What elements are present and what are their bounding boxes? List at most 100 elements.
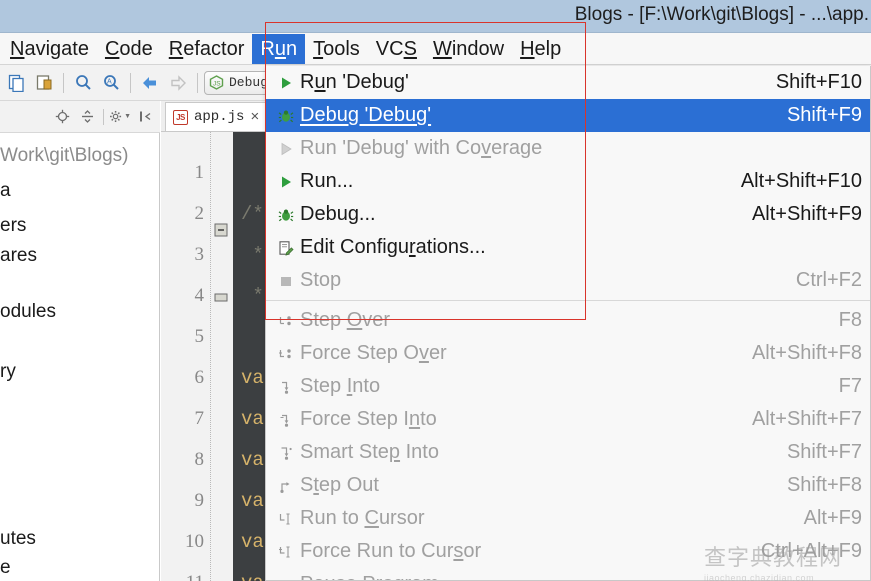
menu-item-shortcut: Shift+F9 [786, 104, 862, 126]
project-tree-item[interactable]: odules [0, 301, 56, 323]
menu-item-shortcut: Shift+F7 [786, 441, 862, 463]
javascript-file-icon: JS [173, 109, 188, 125]
menu-bar: Navigate Code Refactor Run Tools VCS Window Hel… [0, 33, 871, 65]
project-tree-panel[interactable]: Work\git\Blogs) a ers ares odules ry utes e [0, 133, 160, 581]
svg-text:JS: JS [213, 81, 221, 88]
forward-arrow-icon[interactable] [165, 70, 191, 96]
editor-fold-column[interactable] [211, 132, 233, 581]
menu-item-shortcut: Alt+F9 [803, 507, 862, 529]
menu-item-label: Stop [300, 269, 342, 291]
line-number: 3 [194, 244, 205, 265]
menu-item-label: Force Step Over [300, 342, 447, 364]
menu-item-label: Run 'Debug' [300, 71, 409, 93]
menu-item-shortcut: Alt+Shift+F9 [751, 203, 862, 225]
step-over-icon [274, 310, 298, 332]
menu-item-label: Edit Configurations... [300, 236, 486, 258]
menu-item-shortcut: F8 [838, 309, 862, 331]
menu-item-label: Pause Program [298, 573, 439, 580]
line-number: 6 [194, 367, 205, 388]
menu-item-run[interactable]: Run... Alt+Shift+F10 [266, 165, 870, 198]
project-tree-item[interactable]: ers [0, 215, 26, 237]
step-into-icon [274, 376, 298, 398]
menu-item-step-over: Step Over F8 [266, 304, 870, 337]
stop-icon [274, 270, 298, 292]
back-arrow-icon[interactable] [137, 70, 163, 96]
run-to-cursor-icon [274, 508, 298, 530]
copy-icon[interactable] [3, 70, 29, 96]
toolbar-separator [103, 108, 104, 125]
menu-item-run-to-cursor: Run to Cursor Alt+F9 [266, 502, 870, 535]
force-run-to-cursor-icon [274, 541, 298, 563]
menu-item-edit-configurations[interactable]: Edit Configurations... [266, 231, 870, 264]
run-menu-dropdown[interactable]: Run 'Debug' Shift+F10 Debug 'Debug' Shift+F… [265, 66, 871, 581]
menubar-item-help[interactable]: Help [512, 34, 569, 64]
hide-panel-icon[interactable] [134, 106, 156, 128]
project-tree-item[interactable]: ares [0, 245, 37, 267]
menu-item-label: Run... [300, 170, 354, 192]
menu-item-run-debug[interactable]: Run 'Debug' Shift+F10 [266, 66, 870, 99]
search-everywhere-icon[interactable]: A [98, 70, 124, 96]
menu-item-shortcut: F7 [838, 375, 862, 397]
editor-gutter: 1 2 3 4 5 6 7 8 9 10 11 [161, 132, 211, 581]
menubar-item-window[interactable]: Window [425, 34, 512, 64]
line-number: 1 [194, 162, 205, 183]
menu-item-step-into: Step Into F7 [266, 370, 870, 403]
menu-item-pause-program: Pause Program [266, 568, 870, 580]
settings-gear-icon[interactable]: ▼ [109, 106, 131, 128]
project-tree-item[interactable]: Work\git\Blogs) [0, 145, 128, 167]
menu-item-force-step-over: Force Step Over Alt+Shift+F8 [266, 337, 870, 370]
menu-item-label: Step Over [300, 309, 391, 331]
project-pane-toolbar: ▼ [0, 101, 160, 133]
menu-item-shortcut: Ctrl+Alt+F9 [760, 540, 862, 562]
coverage-icon [274, 138, 298, 160]
menu-item-force-step-into: Force Step Into Alt+Shift+F7 [266, 403, 870, 436]
menu-separator [266, 300, 870, 301]
line-number: 8 [194, 449, 205, 470]
menubar-item-tools[interactable]: Tools [305, 34, 368, 64]
project-tree-item[interactable]: ry [0, 361, 16, 383]
force-step-into-icon [274, 409, 298, 431]
menubar-item-vcs[interactable]: VCS [368, 34, 425, 64]
menu-item-shortcut: Alt+Shift+F8 [751, 342, 862, 364]
run-play-icon [274, 171, 298, 193]
step-out-icon [274, 475, 298, 497]
menubar-item-run[interactable]: Run [252, 34, 306, 64]
paste-icon[interactable] [31, 70, 57, 96]
project-tree-item[interactable]: e [0, 557, 11, 579]
search-icon[interactable] [70, 70, 96, 96]
nodejs-icon: JS [209, 75, 224, 90]
fold-collapse-icon [214, 223, 228, 237]
menu-item-label: Step Out [300, 474, 379, 496]
locate-icon[interactable] [51, 106, 73, 128]
menu-item-label: Debug 'Debug' [300, 104, 432, 126]
menu-item-shortcut: Shift+F10 [775, 71, 862, 93]
close-icon[interactable]: × [250, 109, 259, 126]
editor-tab-app-js[interactable]: JS app.js × [165, 102, 269, 131]
menubar-item-refactor[interactable]: Refactor [161, 34, 253, 64]
run-configuration-label: Debug [229, 75, 269, 90]
project-tree-item[interactable]: a [0, 180, 11, 202]
menu-item-label: Run 'Debug' with Coverage [300, 137, 543, 159]
menu-item-label: Force Step Into [300, 408, 437, 430]
line-number: 10 [185, 531, 204, 552]
line-number: 7 [194, 408, 205, 429]
debug-bug-icon [274, 204, 298, 226]
collapse-all-icon[interactable] [76, 106, 98, 128]
ide-window: Blogs - [F:\Work\git\Blogs] - ...\app. N… [0, 0, 871, 581]
run-play-icon [274, 72, 298, 94]
menu-item-debug-debug[interactable]: Debug 'Debug' Shift+F9 [266, 99, 870, 132]
menu-item-run-debug-with-coverage: Run 'Debug' with Coverage [266, 132, 870, 165]
menu-item-label: Smart Step Into [300, 441, 439, 463]
project-tree-item[interactable]: utes [0, 528, 36, 550]
menubar-item-navigate[interactable]: Navigate [2, 34, 97, 64]
menu-item-shortcut: Shift+F8 [786, 474, 862, 496]
menu-item-label: Debug... [300, 203, 376, 225]
menu-item-debug[interactable]: Debug... Alt+Shift+F9 [266, 198, 870, 231]
chevron-down-icon[interactable]: ▼ [124, 113, 131, 120]
menu-item-label: Run to Cursor [300, 507, 425, 529]
window-title: Blogs - [F:\Work\git\Blogs] - ...\app. [574, 4, 869, 25]
debug-bug-icon [274, 105, 298, 127]
menu-item-force-run-to-cursor: Force Run to Cursor Ctrl+Alt+F9 [266, 535, 870, 568]
menubar-item-code[interactable]: Code [97, 34, 161, 64]
menu-item-shortcut: Alt+Shift+F10 [740, 170, 862, 192]
